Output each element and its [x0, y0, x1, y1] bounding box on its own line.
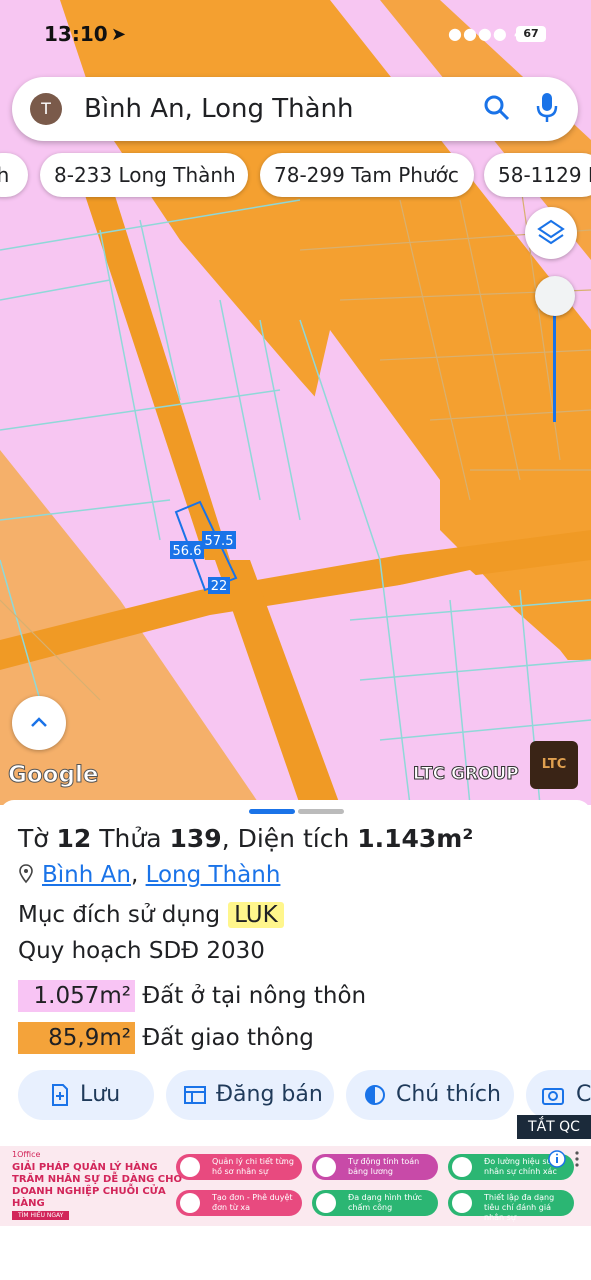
sheet-page-indicator-active[interactable] — [249, 809, 295, 814]
microphone-icon[interactable] — [534, 91, 560, 125]
bottom-safe-area — [0, 1226, 591, 1280]
parcel-area: 1.143m² — [357, 824, 474, 853]
ad-banner[interactable]: 1Office GIẢI PHÁP QUẢN LÝ HÀNG TRĂM NHÂN… — [0, 1146, 591, 1226]
ad-feature: Tự động tính toán bảng lương — [312, 1154, 438, 1180]
ad-feature: Đa dạng hình thức chấm công — [312, 1190, 438, 1216]
save-label: Lưu — [80, 1082, 121, 1107]
area-chips: nh 8-233 Long Thành 78-299 Tam Phước 58-… — [0, 153, 591, 199]
location-arrow-icon: ➤ — [111, 24, 127, 45]
camera-icon — [542, 1088, 564, 1105]
zone-row-residential: 1.057m² Đất ở tại nông thôn — [18, 980, 366, 1012]
google-attribution: Google — [7, 762, 99, 789]
parcel-title: Tờ 12 Thửa 139, Diện tích 1.143m² — [18, 824, 473, 853]
parcel-number: 139 — [169, 824, 222, 853]
zone-area: 1.057m² — [18, 980, 135, 1012]
parcel-address: Bình An, Long Thành — [18, 862, 280, 888]
sheet-page-indicator[interactable] — [298, 809, 344, 814]
expand-up-button[interactable] — [12, 696, 66, 750]
photo-label: C — [576, 1082, 591, 1107]
title-mid: Thửa — [91, 824, 170, 853]
ad-more-icon[interactable] — [572, 1150, 582, 1168]
parcel-edge-label-1: 57.5 — [205, 534, 234, 549]
legend-button[interactable]: Chú thích — [346, 1070, 514, 1120]
zone-label: Đất ở tại nông thôn — [142, 983, 367, 1009]
area-chip[interactable]: 8-233 Long Thành — [40, 153, 248, 197]
usage-row: Mục đích sử dụng LUK — [18, 902, 284, 928]
ad-feature: Quản lý chi tiết từng hồ sơ nhân sự — [176, 1154, 302, 1180]
ad-feature: Thiết lập đa dạng tiêu chí đánh giá nhân… — [448, 1190, 574, 1222]
district-link[interactable]: Long Thành — [146, 862, 281, 888]
location-pin-icon — [19, 864, 33, 884]
ltc-watermark: LTC GROUP — [413, 764, 520, 785]
search-bar[interactable]: T Bình An, Long Thành — [12, 77, 578, 141]
ad-cta-button[interactable]: TÌM HIỂU NGAY — [12, 1211, 70, 1220]
close-ad-button[interactable]: TẮT QC — [517, 1115, 591, 1139]
battery-indicator: 67 — [516, 26, 546, 42]
zone-label: Đất giao thông — [142, 1025, 314, 1051]
zone-row-traffic: 85,9m² Đất giao thông — [18, 1022, 314, 1054]
legend-label: Chú thích — [396, 1082, 501, 1107]
usage-label: Mục đích sử dụng — [18, 902, 221, 928]
post-sale-button[interactable]: Đăng bán — [166, 1070, 334, 1120]
avatar[interactable]: T — [30, 93, 62, 125]
title-prefix: Tờ — [18, 824, 57, 853]
status-time: 13:10 — [44, 22, 108, 46]
search-icon[interactable] — [482, 93, 512, 123]
area-label: , Diện tích — [221, 824, 358, 853]
ltc-logo: LTC — [530, 741, 578, 789]
layers-button[interactable] — [525, 207, 577, 259]
file-add-icon — [52, 1084, 68, 1106]
listing-icon — [184, 1086, 206, 1104]
area-chip[interactable]: 78-299 Tam Phước — [260, 153, 474, 197]
plan-label: Quy hoạch SDĐ 2030 — [18, 938, 265, 964]
photo-button[interactable]: C — [526, 1070, 591, 1120]
ad-info-icon[interactable] — [548, 1150, 566, 1168]
save-button[interactable]: Lưu — [18, 1070, 154, 1120]
contrast-icon — [365, 1085, 385, 1105]
ad-headline: GIẢI PHÁP QUẢN LÝ HÀNG TRĂM NHÂN SỰ DỄ D… — [12, 1162, 182, 1209]
sell-label: Đăng bán — [216, 1082, 323, 1107]
parcel-edge-label-3: 22 — [211, 579, 228, 594]
ad-brand: 1Office — [12, 1150, 41, 1159]
chevron-up-icon — [31, 717, 47, 727]
ward-link[interactable]: Bình An — [42, 862, 131, 888]
zone-area: 85,9m² — [18, 1022, 135, 1054]
parcel-edge-label-2: 56.6 — [173, 544, 202, 559]
area-chip[interactable]: 58-1129 L — [484, 153, 591, 197]
sheet-number: 12 — [56, 824, 92, 853]
status-bar: 13:10 ➤ ●●●● 4G 67 — [0, 18, 591, 50]
area-chip[interactable]: nh — [0, 153, 28, 197]
ad-feature: Tạo đơn - Phê duyệt đơn từ xa — [176, 1190, 302, 1216]
usage-code-badge: LUK — [228, 902, 284, 928]
layers-icon — [537, 219, 565, 245]
address-separator: , — [130, 862, 146, 888]
opacity-slider-knob[interactable] — [535, 276, 575, 316]
search-input[interactable]: Bình An, Long Thành — [84, 94, 354, 124]
